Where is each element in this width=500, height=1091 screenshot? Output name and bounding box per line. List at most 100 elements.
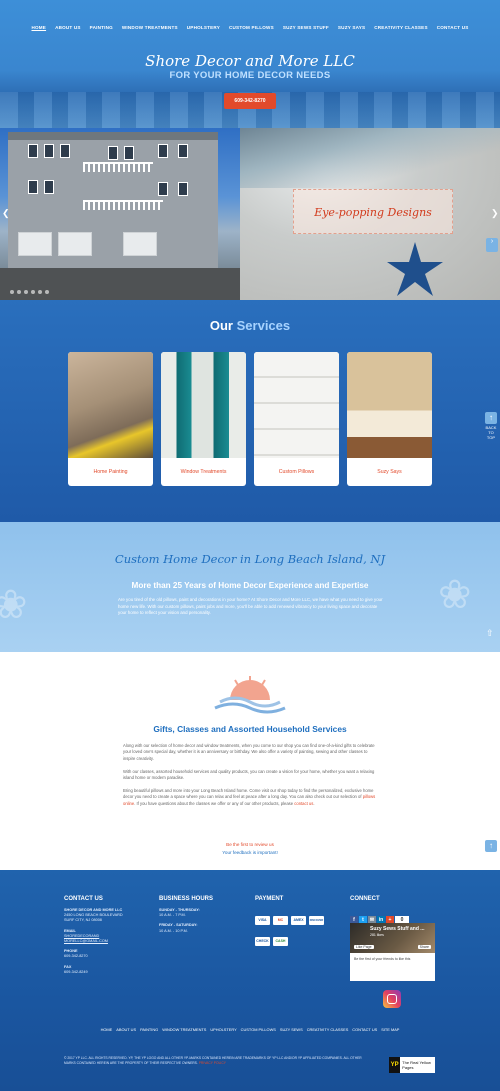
facebook-friends-note: Be the first of your friends to like thi… xyxy=(354,957,411,961)
privacy-policy-link[interactable]: PRIVACY POLICY xyxy=(199,1061,226,1065)
nav-item-suzy-says[interactable]: SUZY SAYS xyxy=(338,25,365,30)
slider-dots xyxy=(10,290,49,294)
services-section: Our Services Home Painting Window Treatm… xyxy=(0,300,500,522)
slider-dot[interactable] xyxy=(45,290,49,294)
gifts-heading: Gifts, Classes and Assorted Household Se… xyxy=(153,724,347,734)
footer-contact: CONTACT US SHORE DECOR AND MORE LLC 2450… xyxy=(64,896,123,975)
facebook-widget[interactable]: Suzy Sews Stuff and ... 281 likes Like P… xyxy=(350,923,435,981)
amex-icon: AMEX xyxy=(291,916,306,925)
gifts-paragraph-3: Bring beautiful pillows and more into yo… xyxy=(123,788,376,806)
slider-next-icon[interactable]: ❯ xyxy=(491,208,499,219)
slider-prev-icon[interactable]: ❮ xyxy=(2,208,10,219)
yp-badge[interactable]: YP The Real Yellow Pages xyxy=(389,1057,435,1073)
sun-wave-logo xyxy=(214,676,286,714)
footer-nav-painting[interactable]: PAINTING xyxy=(140,1027,158,1032)
cash-icon: CASH xyxy=(273,937,288,946)
facebook-page-name[interactable]: Suzy Sews Stuff and ... xyxy=(370,926,424,932)
scroll-up-icon[interactable]: ⇧ xyxy=(486,628,494,639)
intro-band: ❀ ❀ Custom Home Decor in Long Beach Isla… xyxy=(0,522,500,652)
contact-heading: CONTACT US xyxy=(64,896,103,902)
gifts-paragraph-2: With our classes, assorted household ser… xyxy=(123,769,375,781)
nav-item-window-treatments[interactable]: WINDOW TREATMENTS xyxy=(122,25,178,30)
facebook-like-button[interactable]: Like Page xyxy=(354,945,374,949)
nav-item-contact-us[interactable]: CONTACT US xyxy=(437,25,469,30)
instagram-icon[interactable] xyxy=(383,990,401,1008)
custom-pillows-image xyxy=(254,352,339,458)
footer-nav-home[interactable]: HOME xyxy=(101,1027,113,1032)
footer-connect: CONNECT f t ✉ in +0 xyxy=(350,896,410,926)
nav-item-suzy-sews-stuff[interactable]: SUZY SEWS STUFF xyxy=(283,25,329,30)
slider-dot[interactable] xyxy=(17,290,21,294)
visa-icon: VISA xyxy=(255,916,270,925)
up-arrow-icon: ↑ xyxy=(485,412,497,424)
service-card-painting[interactable]: Home Painting xyxy=(68,352,153,486)
palm-leaf-icon: ❀ xyxy=(438,573,472,617)
house-illustration xyxy=(8,132,218,270)
footer-hours: BUSINESS HOURS SUNDAY - THURSDAY: 10 A.M… xyxy=(159,896,213,934)
services-heading: Our Services xyxy=(209,318,291,333)
service-card-label: Suzy Says xyxy=(377,469,402,475)
hours-heading: BUSINESS HOURS xyxy=(159,896,214,902)
intro-script-title: Custom Home Decor in Long Beach Island, … xyxy=(114,552,386,566)
painting-image xyxy=(68,352,153,458)
mastercard-icon: MC xyxy=(273,916,288,925)
footer-payment: PAYMENT VISA MC AMEX DISCOVER CHECK CASH xyxy=(255,896,335,950)
check-icon: CHECK xyxy=(255,937,270,946)
service-card-suzy-says[interactable]: Suzy Says xyxy=(347,352,432,486)
footer-nav-custom-pillows[interactable]: CUSTOM PILLOWS xyxy=(241,1027,276,1032)
back-to-top-button[interactable]: ↑ BACK TO TOP xyxy=(484,840,498,868)
up-arrow-icon: ↑ xyxy=(485,840,497,852)
site-subtitle: FOR YOUR HOME DECOR NEEDS xyxy=(169,70,331,81)
service-card-label: Window Treatments xyxy=(180,469,227,475)
house-photo xyxy=(0,128,240,300)
nav-item-creativity-classes[interactable]: CREATIVITY CLASSES xyxy=(374,25,427,30)
facebook-cover-image: Suzy Sews Stuff and ... 281 likes Like P… xyxy=(350,923,435,953)
slider-dot[interactable] xyxy=(24,290,28,294)
footer-nav: HOME ABOUT US PAINTING WINDOW TREATMENTS… xyxy=(0,1027,500,1032)
intro-paragraph: Are you tired of the old pillows, paint … xyxy=(118,597,383,616)
nav-item-about-us[interactable]: ABOUT US xyxy=(55,25,81,30)
nav-item-custom-pillows[interactable]: CUSTOM PILLOWS xyxy=(229,25,274,30)
payment-heading: PAYMENT xyxy=(255,896,284,902)
footer-nav-window-treatments[interactable]: WINDOW TREATMENTS xyxy=(162,1027,206,1032)
contact-us-link[interactable]: contact us xyxy=(294,801,313,806)
discover-icon: DISCOVER xyxy=(309,916,324,925)
connect-heading: CONNECT xyxy=(350,896,380,902)
nav-item-home[interactable]: HOME xyxy=(31,25,46,30)
yp-logo: YP xyxy=(389,1057,401,1073)
suzy-says-image xyxy=(347,352,432,458)
nav-item-painting[interactable]: PAINTING xyxy=(90,25,113,30)
phone-button[interactable]: 609-342-8270 xyxy=(224,93,276,109)
starfish-image xyxy=(387,242,443,296)
yp-text: The Real Yellow Pages xyxy=(402,1060,431,1070)
slider-dot[interactable] xyxy=(10,290,14,294)
service-card-window-treatments[interactable]: Window Treatments xyxy=(161,352,246,486)
footer-nav-creativity-classes[interactable]: CREATIVITY CLASSES xyxy=(307,1027,349,1032)
back-to-top-button[interactable]: ↑ BACK TO TOP xyxy=(484,412,498,440)
service-card-custom-pillows[interactable]: Custom Pillows xyxy=(254,352,339,486)
hero-header: HOME ABOUT US PAINTING WINDOW TREATMENTS… xyxy=(0,0,500,128)
review-link[interactable]: Be the first to review us xyxy=(0,842,500,847)
service-card-label: Custom Pillows xyxy=(278,469,315,475)
copyright-notice: © 2017 YP LLC. ALL RIGHTS RESERVED. YP, … xyxy=(64,1056,362,1065)
gifts-paragraph-1: Along with our selection of home decor a… xyxy=(123,743,375,761)
side-tab-icon[interactable]: › xyxy=(486,238,498,252)
window-treatments-image xyxy=(161,352,246,458)
hours-time: 10 A.M. - 10 P.M. xyxy=(159,928,188,933)
footer-nav-suzy-sews[interactable]: SUZY SEWS xyxy=(280,1027,303,1032)
footer-nav-upholstery[interactable]: UPHOLSTERY xyxy=(210,1027,236,1032)
slider-dot[interactable] xyxy=(31,290,35,294)
footer-nav-site-map[interactable]: SITE MAP xyxy=(381,1027,399,1032)
gifts-section: Gifts, Classes and Assorted Household Se… xyxy=(0,652,500,870)
review-note: Your feedback is important! xyxy=(222,850,278,855)
driveway xyxy=(0,268,240,300)
slider-caption: Eye-popping Designs xyxy=(293,189,453,234)
footer-nav-about-us[interactable]: ABOUT US xyxy=(116,1027,136,1032)
intro-heading: More than 25 Years of Home Decor Experie… xyxy=(131,581,369,590)
facebook-share-button[interactable]: Share xyxy=(417,945,431,949)
nav-item-upholstery[interactable]: UPHOLSTERY xyxy=(187,25,220,30)
slider-dot[interactable] xyxy=(38,290,42,294)
fax-value: 609-342-8249 xyxy=(64,969,88,974)
footer-nav-contact-us[interactable]: CONTACT US xyxy=(352,1027,377,1032)
service-card-label: Home Painting xyxy=(93,469,128,475)
